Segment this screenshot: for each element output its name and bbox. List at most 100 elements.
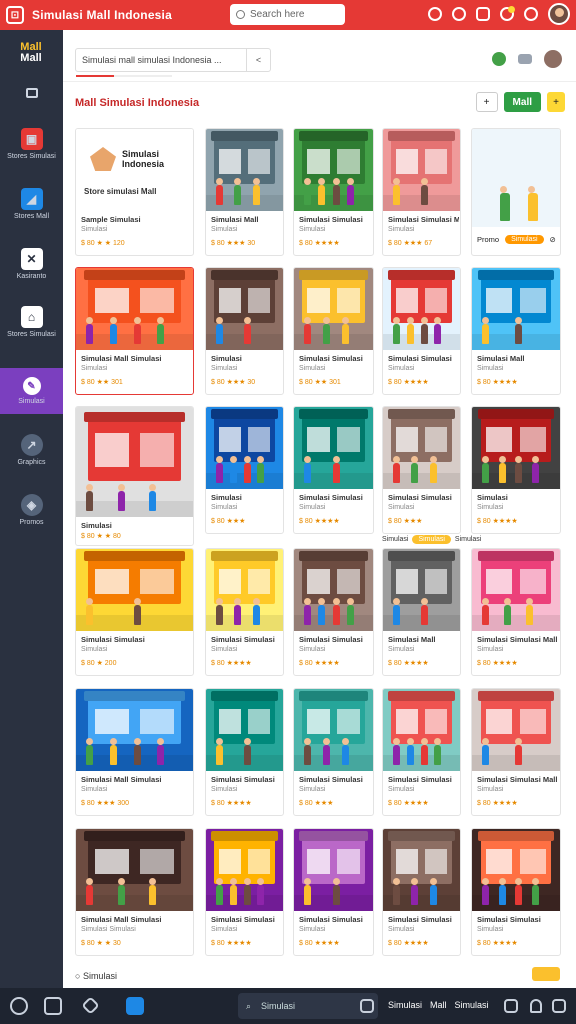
taskbar-item[interactable]: Simulasi	[388, 1000, 422, 1010]
store-window	[306, 568, 330, 594]
store-card[interactable]: SimulasiSimulasi$ 80 ★ ★ 80	[75, 406, 194, 546]
store-card[interactable]: Simulasi Simulasi Simulasi $ 80 ★★★★	[293, 548, 374, 676]
store-card[interactable]: Simulasi Simulasi Mall Simulasi $ 80 ★★★★	[471, 688, 561, 816]
sidebar-item-cashier[interactable]: ✕ Kasiranto	[0, 248, 63, 280]
store-card[interactable]: Simulasi Simulasi Simulasi $ 80 ★★★★	[382, 688, 461, 816]
store-card[interactable]: Simulasi Mall Simulasi $ 80 ★★★ 30	[205, 128, 284, 256]
store-card[interactable]: Simulasi Simulasi Simulasi $ 80 ★★★★	[205, 828, 284, 956]
store-card[interactable]: Simulasi Simulasi Simulasi $ 80 ★★★★	[293, 828, 374, 956]
footer-label-text: Simulasi	[82, 971, 117, 981]
taskbar-item[interactable]: Mall	[430, 1000, 447, 1010]
settings-icon[interactable]	[524, 7, 538, 21]
store-awning	[299, 550, 368, 561]
window-icon[interactable]	[44, 997, 62, 1015]
store-card[interactable]: Simulasi Simulasi $ 80 ★★★★	[471, 406, 561, 534]
store-card[interactable]: Simulasi Simulasi Simulasi $ 80 ★★★	[293, 688, 374, 816]
section-tag-pill[interactable]: Simulasi	[412, 535, 451, 544]
promo-pill[interactable]: Simulasi	[505, 235, 544, 244]
desktop-icon[interactable]	[552, 999, 566, 1013]
card-rating: $ 80 ★★★★	[477, 379, 518, 386]
gallery-icon[interactable]	[476, 7, 490, 21]
store-window	[425, 848, 448, 874]
store-awning	[299, 269, 368, 280]
shopper-figure	[429, 456, 437, 483]
brand-logo[interactable]: Mall Mall	[8, 42, 54, 76]
taskbar-item[interactable]: Simulasi	[455, 1000, 489, 1010]
close-icon: ✕	[20, 248, 43, 270]
extra-add-button[interactable]: +	[547, 92, 565, 112]
store-card[interactable]: Simulasi Simulasi Simulasi $ 80 ★★★★	[205, 548, 284, 676]
task-view-icon[interactable]	[360, 999, 374, 1013]
store-card[interactable]: Simulasi Simulasi $ 80 ★★★ 30	[205, 267, 284, 395]
store-window	[520, 848, 546, 874]
sidebar-item-graphics[interactable]: ↗ Graphics	[0, 434, 63, 466]
user-avatar[interactable]	[548, 3, 570, 25]
sidebar-item-promos[interactable]: ◈ Promos	[0, 494, 63, 526]
shopper-figure	[86, 484, 93, 511]
store-card[interactable]: Simulasi Mall Simulasi Simulasi $ 80 ★★★ 3…	[75, 688, 194, 816]
sidebar-item-label: Stores Simulasi	[7, 331, 56, 338]
store-window	[95, 287, 129, 313]
store-card[interactable]: Simulasi Mall Simulasi $ 80 ★★★★	[382, 548, 461, 676]
store-card[interactable]: Simulasi Simulasi Simulasi $ 80 ★★★★	[382, 267, 461, 395]
help-icon[interactable]	[452, 7, 466, 21]
sidebar-item-house[interactable]: ⌂ Stores Simulasi	[0, 306, 63, 338]
store-card[interactable]: Promo Simulasi ⊘	[471, 128, 561, 256]
footer-badge[interactable]	[532, 967, 560, 981]
store-card[interactable]: Simulasi Mall Simulasi Simulasi Simulasi $…	[75, 828, 194, 956]
store-window	[337, 426, 361, 452]
store-card[interactable]: Simulasi Mall Simulasi $ 80 ★★★★	[471, 267, 561, 395]
status-online-icon[interactable]	[492, 52, 506, 66]
sidebar-item-label: Kasiranto	[16, 273, 47, 280]
top-search-input[interactable]: Search here	[230, 4, 345, 25]
store-card[interactable]: Simulasi Simulasi Simulasi $ 80 ★★★	[382, 406, 461, 534]
ad-logo	[90, 147, 116, 171]
mall-button[interactable]: Mall	[503, 92, 541, 112]
shopper-figure	[234, 598, 242, 625]
store-card[interactable]: Simulasi Simulasi Mall Simulasi $ 80 ★★★ 6…	[382, 128, 461, 256]
app-icon[interactable]	[126, 997, 144, 1015]
info-icon[interactable]: ⊘	[550, 235, 556, 244]
location-icon[interactable]	[428, 7, 442, 21]
store-card[interactable]: Simulasi Simulasi Simulasi $ 80 ★★★★	[205, 688, 284, 816]
store-card[interactable]: Simulasi Simulasi Simulasi $ 80 ★★★★	[471, 828, 561, 956]
search-submit-button[interactable]: <	[246, 49, 270, 71]
sidebar-item-map[interactable]: ◢ Stores Mall	[0, 188, 63, 220]
add-button[interactable]: +	[475, 92, 498, 112]
shopper-figure	[498, 456, 506, 483]
app-logo-icon[interactable]: ⊡	[6, 6, 24, 24]
power-icon[interactable]	[530, 999, 542, 1013]
store-card[interactable]: Simulasi Simulasi Simulasi $ 80 ★★★★	[293, 128, 374, 256]
card-rating: $ 80 ★ 200	[81, 660, 117, 667]
chat-icon[interactable]	[10, 997, 28, 1015]
store-card[interactable]: Simulasi Simulasi Mall Simulasi $ 80 ★★★★	[471, 548, 561, 676]
card-title: Simulasi Simulasi	[81, 635, 145, 644]
card-rating: $ 80 ★★★★	[388, 800, 429, 807]
sidebar-item-home[interactable]	[0, 88, 63, 101]
shopper-figure	[393, 317, 400, 344]
sidebar: Mall Mall ▣ Stores Simulasi ◢ Stores Mal…	[0, 30, 63, 988]
store-window	[248, 148, 271, 174]
tray-icon[interactable]	[504, 999, 518, 1013]
shopper-figure	[515, 878, 522, 905]
store-card[interactable]: Simulasi Indonesia Store simulasi Mall Sam…	[75, 128, 194, 256]
taskbar-search[interactable]: ⌕ Simulasi	[238, 993, 378, 1019]
store-card[interactable]: Simulasi Simulasi Simulasi $ 80 ★ 200	[75, 548, 194, 676]
store-card[interactable]: Simulasi Simulasi Simulasi $ 80 ★★ 301	[293, 267, 374, 395]
store-card[interactable]: Simulasi Mall Simulasi Simulasi $ 80 ★★ 30…	[75, 267, 194, 395]
store-card[interactable]: Simulasi Simulasi $ 80 ★★★	[205, 406, 284, 534]
content-search-input[interactable]: Simulasi mall simulasi Indonesia ... <	[75, 48, 271, 77]
bell-icon[interactable]	[500, 6, 515, 21]
store-awning	[388, 130, 455, 141]
storefront	[299, 830, 368, 884]
heart-icon[interactable]	[81, 996, 100, 1015]
shopper-figure	[243, 738, 251, 765]
card-rating: $ 80 ★★★★	[299, 518, 340, 525]
sidebar-item-simulasi[interactable]: ✎ Simulasi	[0, 368, 63, 414]
message-icon[interactable]	[518, 54, 532, 64]
card-title: Simulasi Simulasi	[299, 915, 363, 924]
profile-avatar[interactable]	[544, 50, 562, 68]
sidebar-item-stores[interactable]: ▣ Stores Simulasi	[0, 128, 63, 160]
store-card[interactable]: Simulasi Simulasi Simulasi $ 80 ★★★★	[293, 406, 374, 534]
store-card[interactable]: Simulasi Simulasi Simulasi $ 80 ★★★★	[382, 828, 461, 956]
